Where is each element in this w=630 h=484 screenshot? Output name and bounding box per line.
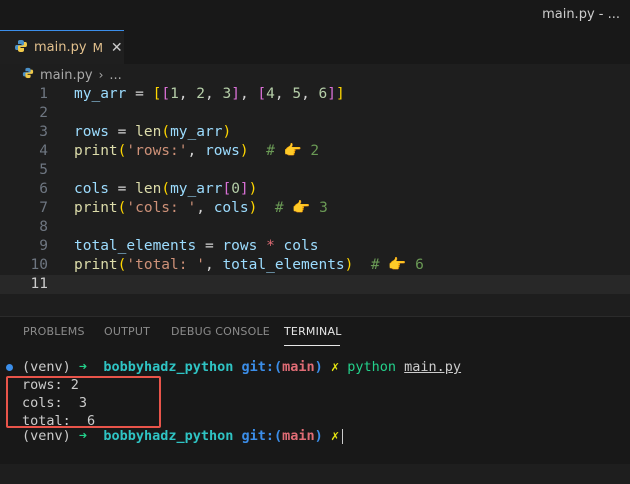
- terminal-cursor: [342, 428, 344, 444]
- tab-debug-console[interactable]: DEBUG CONSOLE: [171, 325, 270, 338]
- tab-output[interactable]: OUTPUT: [104, 325, 150, 338]
- code-line: 1 my_arr = [[1, 2, 3], [4, 5, 6]]: [0, 85, 630, 104]
- line-number: 4: [39, 143, 48, 159]
- line-number: 6: [39, 181, 48, 197]
- code-line: 8: [0, 218, 630, 237]
- title-bar: main.py - ...: [0, 0, 630, 30]
- tab-problems[interactable]: PROBLEMS: [23, 325, 85, 338]
- panel-tabs: PROBLEMS OUTPUT DEBUG CONSOLE TERMINAL: [0, 317, 630, 346]
- code-line: 10 print('total: ', total_elements) # 👉 …: [0, 256, 630, 275]
- terminal-prompt-line: (venv) ➜ bobbyhadz_python git:(main) ✗ p…: [0, 358, 630, 377]
- line-number: 11: [30, 276, 48, 292]
- line-number: 3: [39, 124, 48, 140]
- active-tab-indicator: [284, 345, 340, 346]
- code-line: 4 print('rows:', rows) # 👉 2: [0, 142, 630, 161]
- command-status-dot-icon[interactable]: [6, 364, 13, 371]
- chevron-right-icon: ›: [98, 68, 104, 82]
- line-number: 10: [30, 257, 48, 273]
- breadcrumb-file[interactable]: main.py: [40, 68, 93, 83]
- tab-terminal[interactable]: TERMINAL: [284, 325, 342, 338]
- code-line: 7 print('cols: ', cols) # 👉 3: [0, 199, 630, 218]
- code-line: 5: [0, 161, 630, 180]
- code-line: 9 total_elements = rows * cols: [0, 237, 630, 256]
- breadcrumb-more[interactable]: ...: [109, 68, 121, 83]
- output-highlight-box: [6, 376, 161, 428]
- breadcrumb: main.py › ...: [22, 66, 122, 84]
- window-title: main.py - ...: [542, 7, 620, 22]
- line-number: 9: [39, 238, 48, 254]
- line-number: 5: [39, 162, 48, 178]
- line-number: 7: [39, 200, 48, 216]
- python-file-icon: [22, 67, 34, 83]
- python-file-icon: [14, 38, 28, 57]
- tab-main-py[interactable]: main.py M ✕: [0, 30, 124, 64]
- code-line: 2: [0, 104, 630, 123]
- code-editor[interactable]: 1 my_arr = [[1, 2, 3], [4, 5, 6]] 2 3 ro…: [0, 85, 630, 297]
- tab-label: main.py: [34, 40, 87, 55]
- line-number: 8: [39, 219, 48, 235]
- code-line: 3 rows = len(my_arr): [0, 123, 630, 142]
- line-number: 2: [39, 105, 48, 121]
- terminal-prompt-line[interactable]: (venv) ➜ bobbyhadz_python git:(main) ✗: [0, 427, 630, 446]
- close-icon[interactable]: ✕: [111, 40, 123, 56]
- editor-tab-bar: main.py M ✕: [0, 30, 630, 64]
- line-number: 1: [39, 86, 48, 102]
- code-line: 6 cols = len(my_arr[0]): [0, 180, 630, 199]
- modified-badge: M: [92, 40, 103, 55]
- code-line-current: 11: [0, 275, 630, 294]
